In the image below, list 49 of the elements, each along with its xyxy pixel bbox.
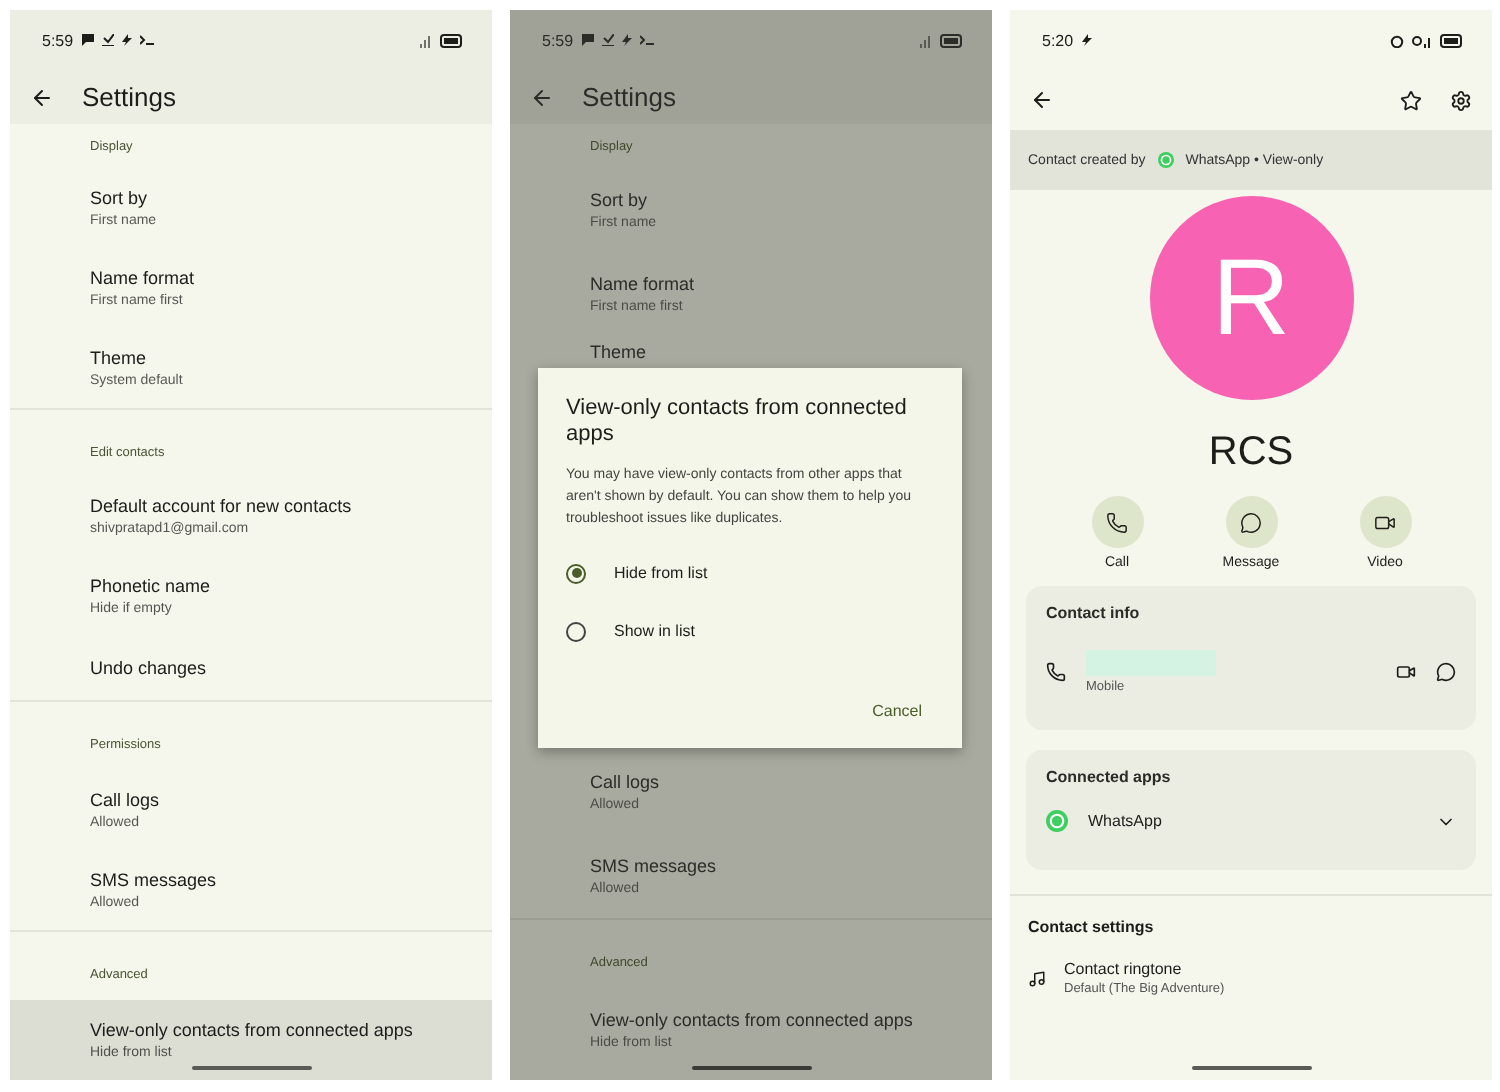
- back-icon[interactable]: [1030, 88, 1054, 112]
- music-note-icon: [1028, 969, 1046, 987]
- message-icon[interactable]: [1436, 662, 1456, 682]
- screen-title: Settings: [582, 82, 676, 112]
- screen-title: Settings: [82, 82, 176, 112]
- signal-icon: [418, 33, 432, 47]
- bolt-icon: [121, 34, 132, 46]
- phone-icon: [1046, 662, 1066, 682]
- video-icon[interactable]: [1396, 662, 1416, 682]
- cancel-button[interactable]: Cancel: [860, 694, 934, 728]
- app-name: WhatsApp: [1088, 812, 1164, 830]
- app-logo-icon: [1157, 152, 1174, 168]
- download-icon: [601, 34, 614, 46]
- setting-title[interactable]: Contact ringtone: [1064, 960, 1474, 978]
- option-label: Hide from list: [614, 564, 708, 582]
- terminal-icon: [639, 34, 654, 46]
- signal-icon: [1412, 33, 1432, 47]
- settings-icon[interactable]: [1450, 89, 1472, 111]
- card-title: Connected apps: [1046, 768, 1173, 786]
- video-icon: [1374, 511, 1396, 533]
- dialog-title: View-only contacts from connected apps: [566, 396, 909, 448]
- chat-icon: [581, 34, 594, 46]
- battery-icon: [440, 33, 464, 47]
- app-logo-icon: [1046, 810, 1068, 832]
- radio-button[interactable]: [566, 621, 586, 641]
- battery-icon: [940, 33, 964, 47]
- star-icon[interactable]: [1400, 89, 1422, 111]
- bolt-icon: [1081, 34, 1092, 46]
- alarm-icon: [1390, 33, 1404, 47]
- battery-icon: [1440, 33, 1464, 47]
- section-title: Contact settings: [1026, 916, 1156, 936]
- status-time: 5:20: [1042, 31, 1074, 49]
- bolt-icon: [621, 34, 632, 46]
- phone-icon: [1106, 511, 1128, 533]
- status-time: 5:59: [542, 31, 574, 49]
- back-icon[interactable]: [30, 85, 54, 109]
- option-label: Show in list: [614, 622, 695, 640]
- status-time: 5:59: [42, 31, 74, 49]
- avatar: R: [1149, 196, 1353, 400]
- contact-name: RCS: [1208, 430, 1294, 476]
- chat-icon: [81, 34, 94, 46]
- download-icon: [101, 34, 114, 46]
- radio-button[interactable]: [566, 563, 586, 583]
- signal-icon: [918, 33, 932, 47]
- card-title: Contact info: [1046, 604, 1142, 622]
- terminal-icon: [139, 34, 154, 46]
- redaction-block: [1086, 650, 1216, 676]
- message-icon: [1240, 511, 1262, 533]
- settings-row[interactable]: Undo changes: [10, 636, 492, 701]
